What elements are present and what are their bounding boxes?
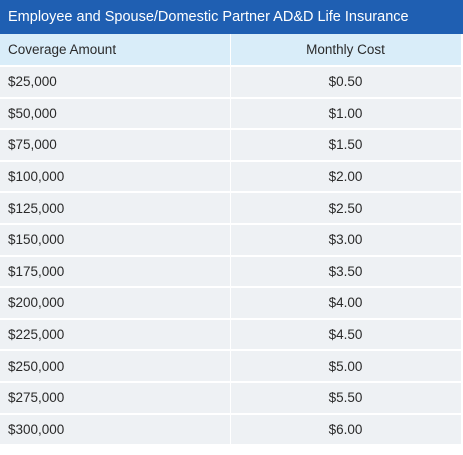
coverage-amount-cell: $150,000 <box>0 223 231 257</box>
table-row: $225,000 $4.50 <box>0 318 462 352</box>
table-row: $300,000 $6.00 <box>0 413 462 447</box>
table-row: $175,000 $3.50 <box>0 255 462 289</box>
coverage-amount-header: Coverage Amount <box>0 34 231 67</box>
coverage-amount-cell: $25,000 <box>0 66 231 99</box>
monthly-cost-cell: $6.00 <box>230 413 462 447</box>
monthly-cost-cell: $1.00 <box>230 97 462 131</box>
coverage-amount-cell: $125,000 <box>0 192 231 225</box>
table-row: $250,000 $5.00 <box>0 350 462 383</box>
header-row: Coverage Amount Monthly Cost <box>0 34 462 67</box>
coverage-amount-cell: $250,000 <box>0 350 231 383</box>
coverage-amount-cell: $75,000 <box>0 129 231 162</box>
coverage-amount-cell: $100,000 <box>0 160 231 194</box>
coverage-amount-cell: $175,000 <box>0 255 231 289</box>
table-row: $25,000 $0.50 <box>0 66 462 99</box>
table-row: $150,000 $3.00 <box>0 223 462 257</box>
table-row: $125,000 $2.50 <box>0 192 462 225</box>
monthly-cost-cell: $1.50 <box>230 129 462 162</box>
coverage-amount-cell: $275,000 <box>0 381 231 415</box>
monthly-cost-cell: $5.00 <box>230 350 462 383</box>
insurance-rate-table-card: Employee and Spouse/Domestic Partner AD&… <box>0 0 463 455</box>
coverage-amount-cell: $50,000 <box>0 97 231 131</box>
coverage-amount-cell: $225,000 <box>0 318 231 352</box>
table-row: $75,000 $1.50 <box>0 129 462 162</box>
coverage-amount-cell: $300,000 <box>0 413 231 447</box>
monthly-cost-cell: $4.50 <box>230 318 462 352</box>
table-row: $275,000 $5.50 <box>0 381 462 415</box>
monthly-cost-cell: $2.50 <box>230 192 462 225</box>
table-row: $50,000 $1.00 <box>0 97 462 131</box>
rate-table: Coverage Amount Monthly Cost $25,000 $0.… <box>0 34 462 447</box>
monthly-cost-cell: $5.50 <box>230 381 462 415</box>
coverage-amount-cell: $200,000 <box>0 287 231 320</box>
monthly-cost-header: Monthly Cost <box>230 34 462 67</box>
table-row: $100,000 $2.00 <box>0 160 462 194</box>
monthly-cost-cell: $4.00 <box>230 287 462 320</box>
monthly-cost-cell: $0.50 <box>230 66 462 99</box>
table-title: Employee and Spouse/Domestic Partner AD&… <box>0 0 463 34</box>
table-row: $200,000 $4.00 <box>0 287 462 320</box>
monthly-cost-cell: $2.00 <box>230 160 462 194</box>
monthly-cost-cell: $3.00 <box>230 223 462 257</box>
monthly-cost-cell: $3.50 <box>230 255 462 289</box>
